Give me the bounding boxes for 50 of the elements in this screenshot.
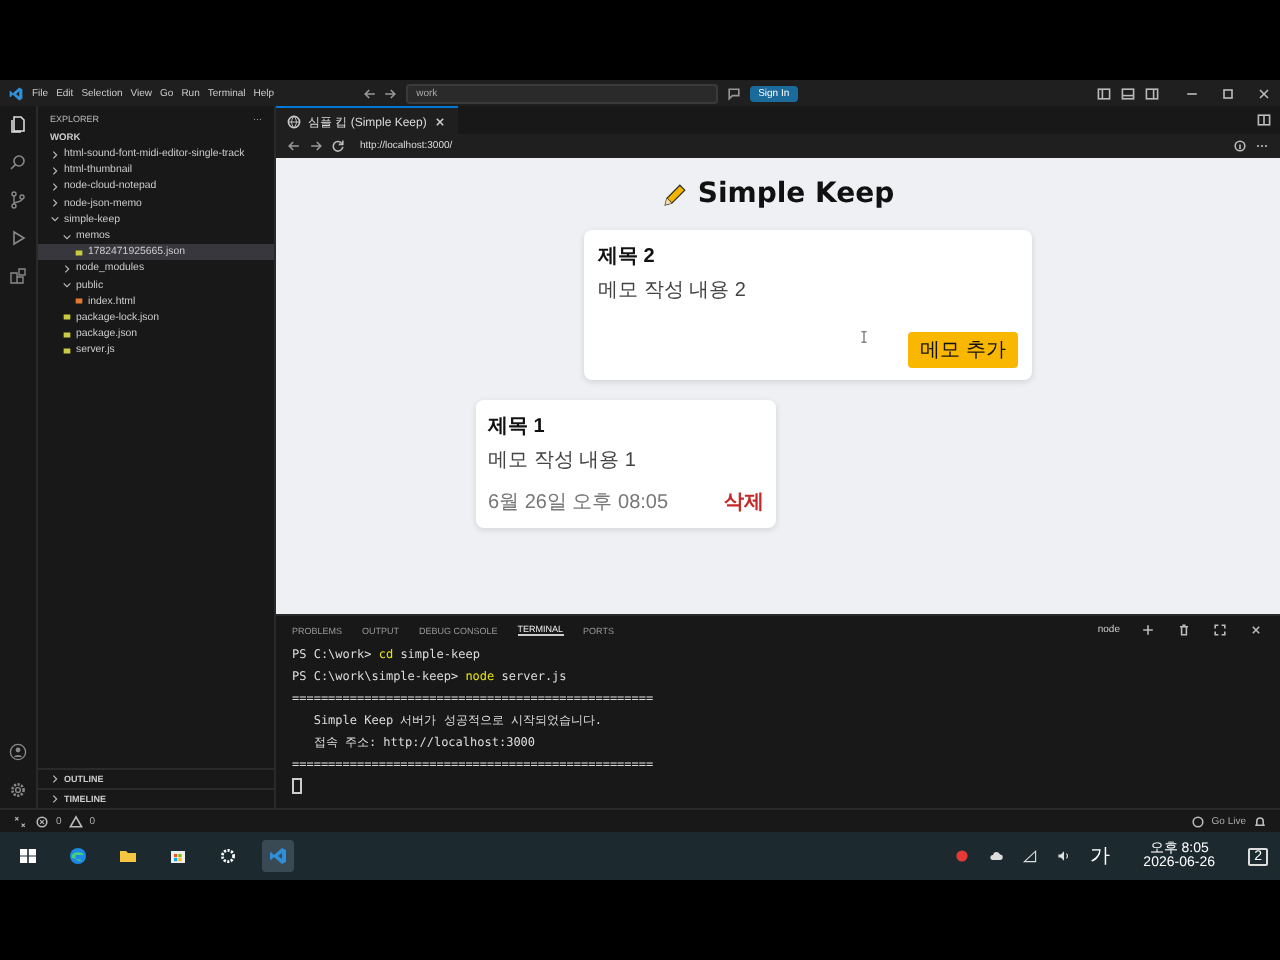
run-debug-icon[interactable] <box>8 228 28 248</box>
back-arrow-icon[interactable] <box>362 85 379 101</box>
files-icon[interactable] <box>8 114 28 134</box>
file-type-icon <box>74 247 84 258</box>
memo-date: 6월 26일 오후 08:05 <box>488 490 669 516</box>
forward-arrow-icon[interactable] <box>382 85 399 101</box>
terminal-cursor <box>292 778 302 794</box>
panel-icon[interactable] <box>1120 85 1136 101</box>
bell-icon[interactable] <box>1252 813 1268 829</box>
close-icon[interactable] <box>431 113 448 129</box>
error-icon <box>34 813 50 829</box>
warning-icon <box>67 813 84 829</box>
sidebar-icon[interactable] <box>1144 85 1160 101</box>
input-method-indicator[interactable]: 가 <box>1089 842 1110 870</box>
account-icon[interactable] <box>8 742 28 762</box>
chevron-down-icon <box>62 280 72 291</box>
chevron-right-icon <box>62 263 72 274</box>
cloud-icon[interactable] <box>987 848 1004 864</box>
back-arrow-icon[interactable] <box>286 138 302 154</box>
trash-icon[interactable] <box>1176 622 1192 638</box>
close-icon[interactable] <box>1256 85 1272 101</box>
add-icon[interactable] <box>1140 622 1156 638</box>
vscode-logo-icon <box>8 85 24 101</box>
vscode-icon[interactable] <box>262 840 294 872</box>
close-icon[interactable] <box>1248 622 1264 638</box>
network-icon[interactable] <box>1021 848 1038 864</box>
restore-icon[interactable] <box>1220 85 1236 101</box>
remote-icon[interactable] <box>12 813 28 829</box>
memo-text: 메모 작성 내용 1 <box>488 448 638 476</box>
globe-icon <box>286 113 302 129</box>
chat-icon[interactable] <box>726 85 743 101</box>
layout-icon[interactable] <box>1096 85 1112 101</box>
speaker-icon[interactable] <box>1055 848 1072 864</box>
memo-title: 제목 1 <box>488 414 547 440</box>
extensions-icon[interactable] <box>8 266 28 286</box>
record-icon[interactable] <box>953 848 970 864</box>
app-title: Simple Keep <box>697 178 895 210</box>
pencil-icon <box>661 181 688 207</box>
source-control-icon[interactable] <box>8 190 28 210</box>
forward-arrow-icon[interactable] <box>308 138 324 154</box>
title-input[interactable]: 제목 2 <box>598 242 1018 270</box>
reload-icon[interactable] <box>330 138 346 154</box>
content-input[interactable]: 메모 작성 내용 2 <box>598 276 1018 324</box>
split-editor-icon[interactable] <box>1256 112 1272 128</box>
maximize-icon[interactable] <box>1212 622 1228 638</box>
info-icon[interactable] <box>1232 138 1248 154</box>
delete-button[interactable]: 삭제 <box>724 488 764 516</box>
add-memo-button[interactable]: 메모 추가 <box>908 332 1018 368</box>
search-icon[interactable] <box>8 152 28 172</box>
text-cursor-icon <box>860 330 869 344</box>
